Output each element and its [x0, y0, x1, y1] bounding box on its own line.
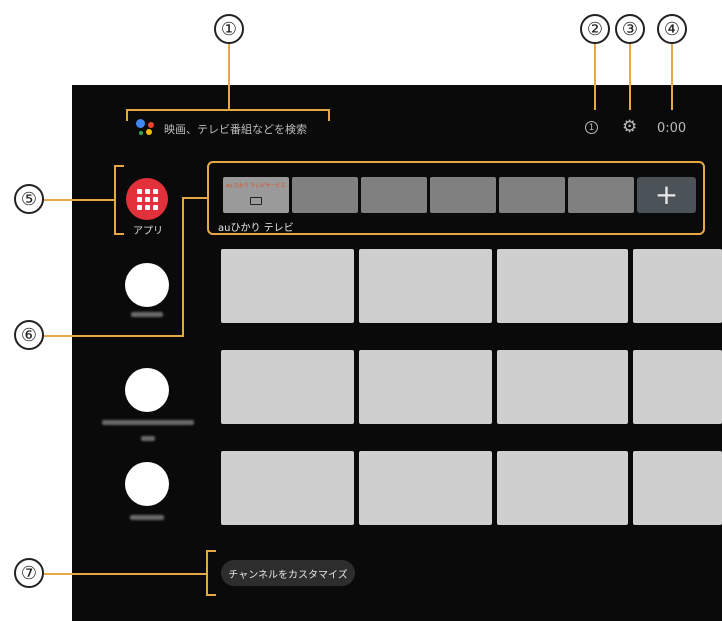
apps-button[interactable]	[126, 178, 168, 220]
callout-6-line-vertical	[182, 197, 184, 337]
channel-tile-4[interactable]	[430, 177, 496, 213]
search-bracket	[126, 109, 330, 121]
callout-7-line	[44, 573, 206, 575]
channel-tile-2[interactable]	[292, 177, 358, 213]
search-input[interactable]: 映画、テレビ番組などを検索	[164, 121, 307, 137]
callout-6-line	[44, 335, 184, 337]
app-label-3	[130, 515, 164, 520]
plus-icon: +	[654, 178, 679, 211]
content-card-r2-c4[interactable]	[633, 350, 722, 424]
channel-tile-5[interactable]	[499, 177, 565, 213]
callout-7: ⑦	[14, 558, 44, 588]
callout-4: ④	[657, 14, 687, 44]
app-icon-2[interactable]	[125, 368, 169, 412]
content-card-r3-c1[interactable]	[221, 451, 354, 525]
content-card-r2-c3[interactable]	[497, 350, 628, 424]
callout-1-line	[228, 44, 230, 110]
callout-1: ①	[214, 14, 244, 44]
app-icon-3[interactable]	[125, 462, 169, 506]
callout-3: ③	[615, 14, 645, 44]
content-card-r1-c2[interactable]	[359, 249, 492, 323]
callout-5: ⑤	[14, 184, 44, 214]
channel-label: auひかり テレビ	[218, 223, 294, 234]
app-label-1	[131, 312, 163, 317]
content-card-r2-c1[interactable]	[221, 350, 354, 424]
channel-tile-au-hikari[interactable]: au ひかり テレビサービス	[223, 177, 289, 213]
content-card-r3-c4[interactable]	[633, 451, 722, 525]
app-icon-1[interactable]	[125, 263, 169, 307]
notification-count: 1	[588, 122, 595, 133]
content-card-r3-c2[interactable]	[359, 451, 492, 525]
content-card-r1-c4[interactable]	[633, 249, 722, 323]
settings-gear-icon[interactable]: ⚙	[622, 117, 637, 137]
customize-channels-button[interactable]: チャンネルをカスタマイズ	[221, 560, 355, 586]
apps-bracket	[114, 165, 124, 235]
tv-icon	[250, 197, 262, 205]
callout-6-line-top	[182, 197, 207, 199]
content-card-r1-c3[interactable]	[497, 249, 628, 323]
content-card-r2-c2[interactable]	[359, 350, 492, 424]
notification-icon[interactable]: 1	[585, 121, 598, 134]
add-channel-button[interactable]: +	[637, 177, 696, 213]
apps-label: アプリ	[133, 226, 163, 237]
callout-6: ⑥	[14, 320, 44, 350]
callout-2-line	[594, 44, 596, 110]
callout-3-line	[629, 44, 631, 110]
au-hikari-logo: au ひかり テレビサービス	[226, 183, 286, 189]
content-card-r1-c1[interactable]	[221, 249, 354, 323]
channel-tile-3[interactable]	[361, 177, 427, 213]
callout-5-line	[44, 199, 114, 201]
channel-tile-6[interactable]	[568, 177, 634, 213]
content-card-r3-c3[interactable]	[497, 451, 628, 525]
app-label-2	[102, 420, 194, 425]
callout-4-line	[671, 44, 673, 110]
app-label-2b	[141, 436, 155, 441]
customize-bracket	[206, 550, 216, 596]
clock: 0:00	[657, 121, 687, 136]
callout-2: ②	[580, 14, 610, 44]
